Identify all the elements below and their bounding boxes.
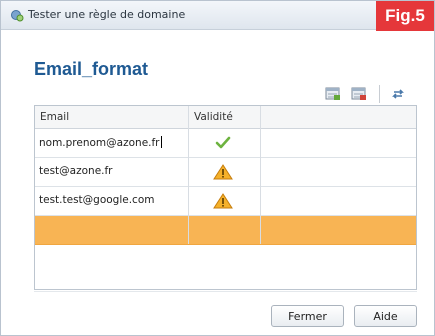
- figure-badge: Fig.5: [376, 1, 434, 31]
- new-entry-row[interactable]: [35, 216, 416, 245]
- export-icon[interactable]: [351, 87, 367, 101]
- column-header-validity[interactable]: Validité: [194, 111, 233, 123]
- window-title: Tester une règle de domaine: [28, 8, 186, 21]
- dialog-window: Tester une règle de domaine Fig.5 Email_…: [0, 0, 435, 336]
- email-cell[interactable]: test.test@google.com: [39, 194, 155, 206]
- email-cell[interactable]: test@azone.fr: [39, 165, 113, 177]
- table-header: Email Validité: [35, 106, 416, 129]
- rule-test-icon: [11, 10, 24, 22]
- import-icon[interactable]: [325, 87, 341, 101]
- email-cell[interactable]: nom.prenom@azone.fr: [39, 136, 162, 149]
- help-button[interactable]: Aide: [354, 305, 417, 327]
- column-header-email[interactable]: Email: [40, 111, 69, 123]
- footer-divider: [34, 291, 417, 292]
- table-row[interactable]: nom.prenom@azone.fr: [35, 129, 416, 158]
- column-divider: [260, 106, 261, 244]
- warning-icon: [213, 193, 233, 209]
- table-row[interactable]: test.test@google.com: [35, 187, 416, 216]
- page-title: Email_format: [34, 59, 149, 79]
- warning-icon: [213, 164, 233, 180]
- column-divider: [188, 106, 189, 244]
- table-row[interactable]: test@azone.fr: [35, 158, 416, 187]
- refresh-icon[interactable]: [390, 87, 406, 101]
- text-caret: [160, 136, 162, 148]
- toolbar-separator: [379, 85, 380, 103]
- title-bar: Tester une règle de domaine: [1, 1, 434, 30]
- email-validation-table: Email Validité nom.prenom@azone.fr test@…: [34, 105, 417, 290]
- checkmark-icon: [215, 136, 231, 149]
- close-button[interactable]: Fermer: [271, 305, 344, 327]
